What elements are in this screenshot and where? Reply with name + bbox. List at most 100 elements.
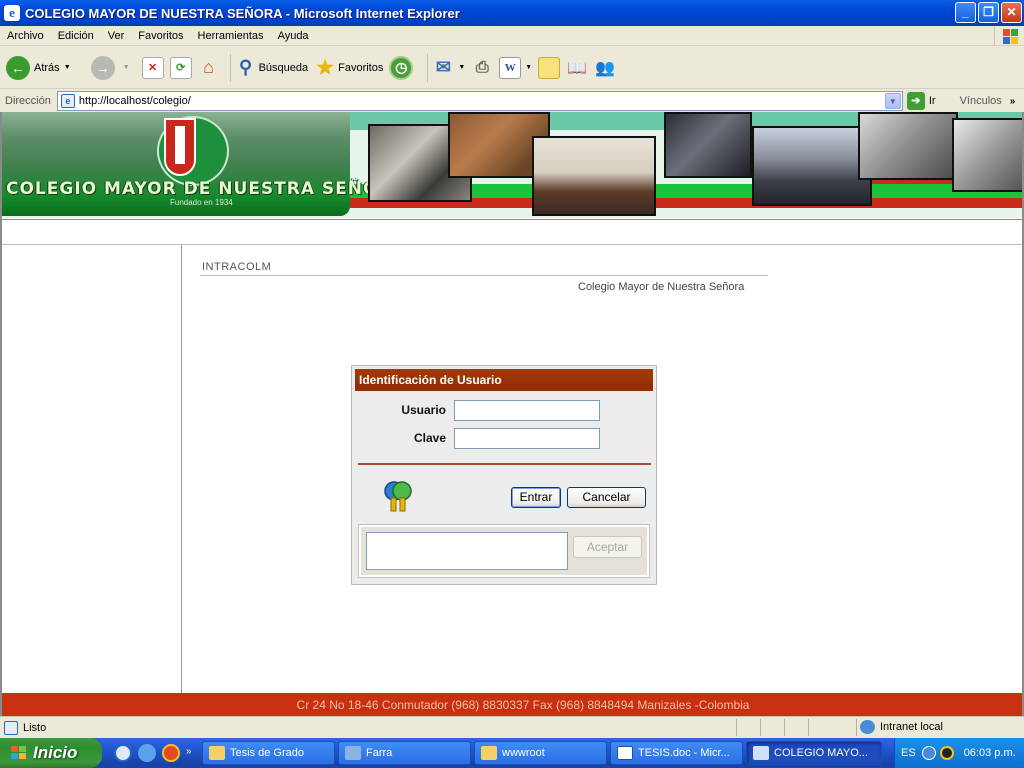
- status-divider: [760, 719, 761, 736]
- banner-school-name: COLEGIO MAYOR DE NUESTRA SEÑORA: [6, 179, 407, 199]
- media-quick-launch-icon[interactable]: [162, 744, 180, 762]
- ie-icon: [753, 746, 769, 760]
- status-bar: Listo Intranet local: [0, 716, 1024, 738]
- mail-button[interactable]: ✉ ▼: [432, 57, 465, 79]
- address-label: Dirección: [5, 95, 51, 107]
- refresh-icon: ⟳: [169, 56, 192, 79]
- user-input[interactable]: [454, 399, 600, 421]
- start-label: Inicio: [33, 743, 78, 762]
- login-divider: [358, 463, 651, 465]
- printer-icon: ⎙: [475, 58, 489, 76]
- task-farra[interactable]: Farra: [338, 741, 471, 765]
- task-tesis-de-grado[interactable]: Tesis de Grado: [202, 741, 335, 765]
- menu-ver[interactable]: Ver: [101, 30, 132, 42]
- status-text: Listo: [23, 721, 47, 734]
- task-tesis-doc[interactable]: TESIS.doc - Micr...: [610, 741, 743, 765]
- chevron-right-icon[interactable]: »: [1010, 96, 1016, 107]
- search-button[interactable]: ⚲ Búsqueda: [235, 57, 308, 79]
- task-label: TESIS.doc - Micr...: [638, 747, 730, 759]
- stop-icon: ✕: [141, 56, 164, 79]
- folder-icon: [209, 746, 225, 760]
- forward-dropdown-icon[interactable]: ▼: [123, 64, 130, 71]
- password-label: Clave: [413, 431, 446, 445]
- footer-address: Cr 24 No 18-46 Conmutador (968) 8830337 …: [2, 693, 1022, 716]
- address-input[interactable]: e http://localhost/colegio/ ▼: [56, 91, 903, 111]
- task-wwwroot[interactable]: wwwroot: [474, 741, 607, 765]
- minimize-button[interactable]: _: [955, 2, 976, 23]
- restore-button[interactable]: ❐: [978, 2, 999, 23]
- message-textarea[interactable]: [366, 532, 568, 570]
- tray-app-icon[interactable]: [939, 746, 954, 760]
- windows-logo-icon: [994, 26, 1020, 46]
- windows-flag-icon: [11, 746, 26, 759]
- toolbar-separator: [427, 53, 429, 82]
- history-button[interactable]: ◷: [389, 55, 417, 80]
- quick-launch: »: [114, 744, 194, 762]
- back-arrow-icon: ←: [6, 55, 30, 80]
- menu-herramientas[interactable]: Herramientas: [191, 30, 271, 42]
- favorites-button[interactable]: ★ Favoritos: [314, 57, 383, 79]
- home-button[interactable]: ⌂: [198, 57, 220, 79]
- nav-band: [2, 219, 1022, 245]
- login-panel: Identificación de Usuario Usuario Clave …: [351, 365, 657, 585]
- note-icon: [538, 56, 561, 79]
- start-button[interactable]: Inicio: [0, 738, 102, 768]
- research-icon: 📖: [567, 59, 588, 77]
- menu-archivo[interactable]: Archivo: [0, 30, 51, 42]
- links-label[interactable]: Vínculos: [960, 95, 1002, 107]
- chevron-left-icon[interactable]: [921, 746, 936, 760]
- school-name: Colegio Mayor de Nuestra Señora: [578, 281, 745, 293]
- close-button[interactable]: ✕: [1001, 2, 1022, 23]
- edit-dropdown-icon[interactable]: ▼: [525, 64, 532, 71]
- address-url[interactable]: http://localhost/colegio/: [79, 95, 191, 107]
- menu-edicion[interactable]: Edición: [51, 30, 101, 42]
- mail-dropdown-icon[interactable]: ▼: [458, 64, 465, 71]
- cancel-button[interactable]: Cancelar: [567, 487, 646, 508]
- message-panel: Aceptar: [358, 524, 650, 578]
- accept-button[interactable]: Aceptar: [573, 536, 642, 558]
- favorites-label: Favoritos: [338, 61, 384, 74]
- school-banner: COLEGIO MAYOR DE NUESTRA SEÑORA Fundado …: [2, 112, 1022, 218]
- language-indicator[interactable]: ES: [901, 747, 916, 759]
- ie-icon: e: [4, 5, 20, 21]
- chevron-right-icon[interactable]: »: [186, 747, 194, 758]
- go-button[interactable]: ➔ Ir: [906, 92, 936, 110]
- ie-quick-launch-icon[interactable]: [138, 744, 156, 762]
- history-icon: ◷: [389, 55, 414, 80]
- system-tray: ES 06:03 p.m.: [894, 738, 1024, 768]
- banner-photo-5: [752, 126, 872, 206]
- edit-button[interactable]: W ▼: [499, 56, 532, 79]
- task-colegio-mayor[interactable]: COLEGIO MAYO...: [746, 741, 882, 765]
- messenger-button[interactable]: 👥: [594, 57, 616, 79]
- messenger-icon: 👥: [595, 59, 616, 77]
- refresh-button[interactable]: ⟳: [169, 56, 192, 79]
- address-dropdown-icon[interactable]: ▼: [884, 93, 901, 109]
- back-dropdown-icon[interactable]: ▼: [64, 64, 71, 71]
- page-icon: e: [60, 94, 75, 108]
- task-label: wwwroot: [502, 747, 545, 759]
- menu-ayuda[interactable]: Ayuda: [271, 30, 316, 42]
- password-row: Clave: [352, 427, 658, 449]
- word-icon: W: [499, 56, 522, 79]
- page-content: COLEGIO MAYOR DE NUESTRA SEÑORA Fundado …: [0, 112, 1024, 716]
- status-divider: [856, 719, 857, 736]
- word-icon: [617, 746, 633, 760]
- print-button[interactable]: ⎙: [471, 57, 493, 79]
- quick-launch-icon[interactable]: [114, 744, 132, 762]
- banner-photo-7: [952, 118, 1022, 192]
- back-label: Atrás: [34, 61, 60, 74]
- stop-button[interactable]: ✕: [136, 56, 164, 79]
- back-button[interactable]: ← Atrás ▼: [6, 55, 71, 80]
- section-title: INTRACOLM: [202, 261, 272, 273]
- star-icon: ★: [316, 57, 335, 79]
- status-divider: [808, 719, 809, 736]
- forward-button[interactable]: → ▼: [77, 55, 130, 80]
- discuss-button[interactable]: [538, 56, 561, 79]
- enter-button[interactable]: Entrar: [511, 487, 561, 508]
- menu-favoritos[interactable]: Favoritos: [131, 30, 190, 42]
- user-row: Usuario: [352, 399, 658, 421]
- password-input[interactable]: [454, 427, 600, 449]
- research-button[interactable]: 📖: [566, 57, 588, 79]
- task-label: COLEGIO MAYO...: [774, 747, 868, 759]
- keys-icon: [384, 481, 412, 512]
